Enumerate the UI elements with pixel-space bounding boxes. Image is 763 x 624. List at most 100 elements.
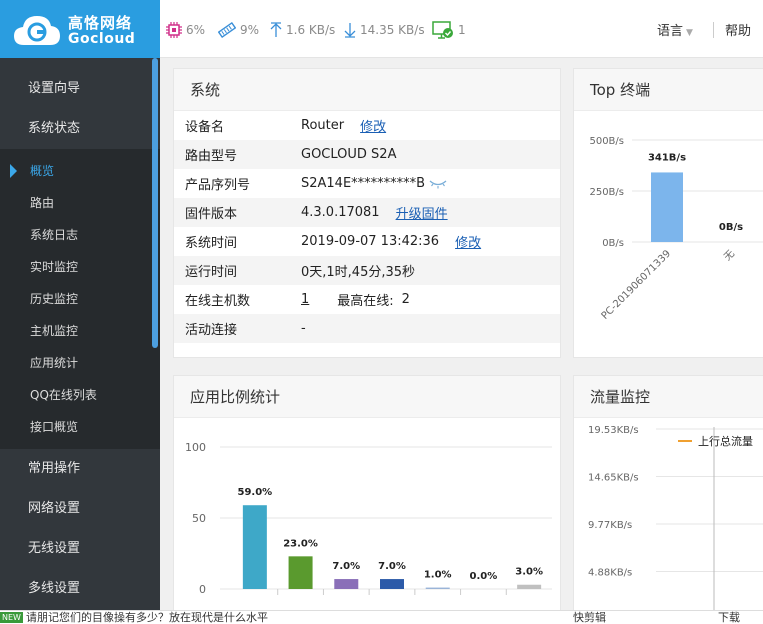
new-badge: NEW: [0, 612, 23, 623]
top-terminals-chart: 500B/s250B/s0B/s341B/sPC-2019060713390B/…: [589, 136, 763, 322]
sidebar-subitem-label: 概览: [30, 164, 55, 178]
row-label: 运行时间: [185, 265, 238, 280]
monitor-check-icon: [432, 21, 453, 39]
upgrade-firmware-link[interactable]: 升级固件: [396, 203, 448, 222]
table-row: 设备名 Router 修改: [174, 111, 560, 140]
sidebar-item-setup-wizard[interactable]: 设置向导: [0, 69, 160, 109]
sidebar-item-wireless-settings[interactable]: 无线设置: [0, 529, 160, 569]
bar-data-label: 3.0%: [515, 567, 543, 578]
edit-device-name-link[interactable]: 修改: [360, 116, 386, 135]
bar-data-label: 7.0%: [332, 561, 360, 572]
sidebar-item-system-status[interactable]: 系统状态: [0, 109, 160, 149]
y-tick-label: 19.53KB/s: [588, 425, 639, 436]
bar: [288, 556, 313, 589]
bar: [651, 172, 683, 242]
download-button[interactable]: 下载: [718, 611, 740, 624]
active-connections-value: -: [301, 321, 306, 336]
language-menu[interactable]: 语言 ▼: [657, 20, 693, 39]
bar: [242, 505, 267, 589]
cloud-logo-icon: [14, 16, 60, 45]
online-hosts[interactable]: 1: [432, 20, 466, 40]
download-arrow-icon: [344, 23, 356, 38]
language-label: 语言: [657, 24, 684, 39]
max-online-value: 2: [401, 292, 410, 307]
sidebar: 设置向导 系统状态 概览 路由 系统日志 实时监控 历史监控 主机监控 应用统计…: [0, 58, 160, 610]
traffic-chart: 19.53KB/s 14.65KB/s 9.77KB/s 4.88KB/s 上行总流量: [588, 425, 763, 615]
news-ticker-link[interactable]: 请朋记您们的目像操有多少？放在现代是什么水平: [26, 611, 268, 624]
top-terminals-card: Top 终端 500B/s 250B/s 0B/s 341B/s PC-20190607…: [573, 68, 763, 358]
top-bar: 高恪网络 Gocloud 6% 9% 1.6 KB/s 14.35 KB/s 1…: [0, 0, 763, 58]
bar-data-label: 341B/s: [648, 152, 686, 163]
y-tick-label: 0B/s: [602, 238, 624, 249]
help-link[interactable]: 帮助: [725, 20, 751, 39]
row-label: 系统时间: [185, 236, 238, 251]
eye-closed-icon[interactable]: [429, 179, 447, 189]
app-stats-title: 应用比例统计: [174, 376, 560, 418]
system-card: 系统 设备名 Router 修改 路由型号 GOCLOUD S2A 产品序列号 S…: [173, 68, 561, 358]
bar: [425, 587, 450, 589]
bar-data-label: 0B/s: [719, 222, 743, 233]
app-stats-chart: 100 50 0 59.0% 23.0% 7.0% 7.0% 1.0% 0.0% 3.0%: [185, 441, 552, 596]
upload-speed: 1.6 KB/s: [270, 20, 335, 40]
sidebar-subitem-qq-online[interactable]: QQ在线列表: [0, 379, 160, 411]
edit-time-link[interactable]: 修改: [455, 232, 481, 251]
sidebar-item-multiline-settings[interactable]: 多线设置: [0, 569, 160, 609]
traffic-card: 流量监控 19.53KB/s 14.65KB/s 9.77KB/s 4.88KB/s 上…: [573, 375, 763, 615]
x-tick-label: PC-201906071339: [600, 248, 674, 322]
table-row: 在线主机数 1 最高在线: 2: [174, 285, 560, 314]
system-status-submenu: 概览 路由 系统日志 实时监控 历史监控 主机监控 应用统计 QQ在线列表 接口…: [0, 149, 160, 449]
bar: [380, 579, 404, 589]
row-label: 活动连接: [185, 323, 238, 338]
system-info-table: 设备名 Router 修改 路由型号 GOCLOUD S2A 产品序列号 S2A1…: [174, 111, 560, 343]
memory-icon: [218, 22, 236, 38]
quick-clip-button[interactable]: 快剪辑: [573, 611, 606, 624]
row-label: 固件版本: [185, 207, 238, 222]
table-row: 运行时间 0天,1时,45分,35秒: [174, 256, 560, 285]
row-label: 路由型号: [185, 149, 238, 164]
cpu-value: 6%: [186, 23, 206, 37]
bar: [334, 579, 359, 589]
y-tick-label: 250B/s: [589, 187, 624, 198]
sidebar-scrollbar[interactable]: [152, 58, 158, 348]
sidebar-subitem-host-monitor[interactable]: 主机监控: [0, 315, 160, 347]
traffic-title: 流量监控: [574, 376, 763, 418]
memory-usage: 9%: [218, 20, 259, 40]
device-name-value: Router: [301, 118, 345, 133]
online-hosts-link[interactable]: 1: [301, 292, 309, 307]
bar-data-label: 59.0%: [238, 487, 273, 498]
table-row: 活动连接 -: [174, 314, 560, 343]
cpu-icon: [166, 22, 182, 38]
sidebar-subitem-history-monitor[interactable]: 历史监控: [0, 283, 160, 315]
sidebar-subitem-system-log[interactable]: 系统日志: [0, 219, 160, 251]
bar: [517, 584, 542, 589]
y-tick-label: 100: [185, 441, 206, 454]
sidebar-subitem-realtime-monitor[interactable]: 实时监控: [0, 251, 160, 283]
sidebar-item-network-settings[interactable]: 网络设置: [0, 489, 160, 529]
sidebar-subitem-app-stats[interactable]: 应用统计: [0, 347, 160, 379]
online-hosts-value: 1: [458, 23, 466, 37]
sidebar-item-common-ops[interactable]: 常用操作: [0, 449, 160, 489]
bar-data-label: 0.0%: [470, 571, 498, 582]
brand-logo[interactable]: 高恪网络 Gocloud: [0, 0, 160, 58]
system-time-value: 2019-09-07 13:42:36: [301, 234, 440, 249]
y-tick-label: 500B/s: [589, 136, 624, 147]
row-label: 产品序列号: [185, 178, 251, 193]
sidebar-subitem-route[interactable]: 路由: [0, 187, 160, 219]
x-tick-label: 无: [722, 248, 737, 263]
download-speed: 14.35 KB/s: [344, 20, 425, 40]
upload-value: 1.6 KB/s: [286, 23, 336, 37]
app-stats-card: 应用比例统计 100 50 0 59.0% 23.0% 7.0% 7.0% 1.0% 0.0% 3…: [173, 375, 561, 615]
sidebar-subitem-overview[interactable]: 概览: [0, 155, 160, 187]
memory-value: 9%: [240, 23, 260, 37]
cpu-usage: 6%: [166, 20, 205, 40]
system-card-title: 系统: [174, 69, 560, 111]
bar-data-label: 1.0%: [424, 570, 452, 581]
firmware-value: 4.3.0.17081: [301, 205, 380, 220]
y-tick-label: 0: [199, 583, 206, 596]
header-divider: [713, 22, 714, 38]
sidebar-subitem-interface-overview[interactable]: 接口概览: [0, 411, 160, 443]
y-tick-label: 4.88KB/s: [588, 568, 632, 579]
active-arrow-icon: [10, 164, 17, 178]
y-tick-label: 9.77KB/s: [588, 520, 632, 531]
row-label: 在线主机数: [185, 294, 251, 309]
